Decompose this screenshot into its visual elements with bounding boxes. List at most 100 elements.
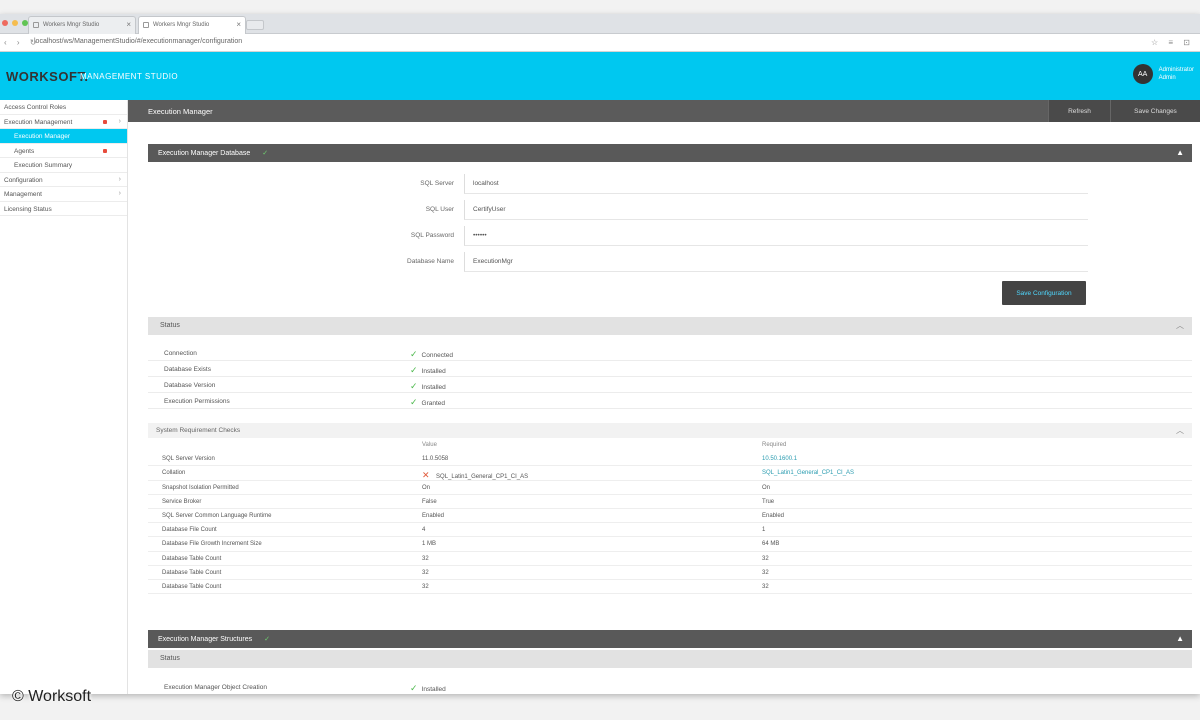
sidebar-item-label: Execution Manager: [14, 133, 71, 140]
sidebar-item[interactable]: Licensing Status: [0, 202, 127, 216]
sidebar-item-label: Execution Management: [4, 118, 73, 126]
requirement-value: 32: [422, 570, 429, 576]
status-row: Database Version ✓ Installed: [148, 378, 1192, 393]
database-name-field[interactable]: ExecutionMgr: [464, 252, 1088, 272]
sidebar-item[interactable]: Management ›: [0, 187, 127, 202]
status-label: Database Exists: [164, 366, 211, 373]
requirement-value: Enabled: [422, 513, 444, 519]
requirement-required: 1: [762, 527, 766, 534]
browser-tab-1[interactable]: Workers Mngr Studio ×: [28, 16, 136, 34]
status-value-text: Installed: [421, 686, 446, 693]
sidebar-item-label: Access Control Roles: [4, 104, 67, 111]
requirement-value: 32: [422, 584, 429, 590]
close-window-icon[interactable]: [2, 20, 8, 26]
table-row: Database Table Count 32 32: [148, 566, 1192, 580]
check-icon: ✓: [262, 150, 269, 157]
structures-status-title: Status: [160, 655, 180, 662]
sql-user-label: SQL User: [425, 206, 454, 213]
database-name-label: Database Name: [407, 258, 454, 265]
requirement-name: Database File Growth Increment Size: [162, 541, 262, 548]
status-section-header[interactable]: Status ︿: [148, 317, 1192, 335]
table-row: Database Table Count 32 32: [148, 580, 1192, 595]
check-icon: ✓: [410, 683, 418, 693]
sidebar-item[interactable]: Access Control Roles: [0, 100, 127, 115]
status-value-text: Installed: [421, 384, 446, 391]
requirement-required: 64 MB: [762, 541, 780, 548]
alert-badge: [103, 119, 107, 124]
table-header-row: Value Required: [148, 438, 1192, 452]
new-tab-button[interactable]: [246, 20, 264, 30]
status-label: Database Version: [164, 382, 216, 389]
status-value: ✓ Installed: [410, 683, 446, 694]
status-row: Database Exists ✓ Installed: [148, 362, 1192, 377]
browser-toolbar-icons[interactable]: ☆ ≡ ⊡: [1151, 38, 1194, 47]
collapse-caret-icon[interactable]: ︿: [1176, 425, 1184, 436]
sql-user-field[interactable]: CertifyUser: [464, 200, 1088, 220]
requirement-required: 32: [762, 583, 769, 590]
sidebar-item[interactable]: Agents: [0, 144, 127, 158]
config-section-header[interactable]: Execution Manager Database ✓ ▲: [148, 144, 1192, 162]
collapse-caret-icon[interactable]: ▲: [1176, 634, 1184, 643]
avatar[interactable]: AA: [1132, 64, 1153, 84]
save-changes-button[interactable]: Save Changes: [1110, 100, 1200, 122]
config-section-title: Execution Manager Database: [158, 150, 251, 157]
screenshot-frame: Workers Mngr Studio × Workers Mngr Studi…: [0, 0, 1200, 720]
table-row: Database File Growth Increment Size 1 MB 6…: [148, 537, 1192, 552]
sidebar-item[interactable]: Execution Manager: [0, 129, 127, 144]
status-value-text: Installed: [421, 368, 446, 375]
requirements-title: System Requirement Checks: [156, 427, 241, 434]
requirement-value-text: On: [422, 484, 431, 491]
requirement-value: 32: [422, 556, 429, 562]
sidebar-item-label: Management: [4, 191, 42, 198]
requirement-required: SQL_Latin1_General_CP1_CI_AS: [762, 470, 855, 477]
check-icon: ✓: [264, 636, 270, 643]
app-logo[interactable]: WORKSOFT.: [6, 69, 89, 84]
structures-status-header[interactable]: Status: [148, 650, 1192, 668]
status-value: ✓ Installed: [410, 381, 446, 392]
sidebar-item-label: Licensing Status: [4, 205, 52, 213]
sidebar-item[interactable]: Configuration ›: [0, 173, 127, 187]
structures-section-title: Execution Manager Structures: [158, 636, 253, 643]
browser-tab-2[interactable]: Workers Mngr Studio ×: [138, 16, 246, 34]
sidebar-item-label: Configuration: [4, 176, 43, 184]
collapse-caret-icon[interactable]: ︿: [1176, 320, 1184, 331]
sidebar-item[interactable]: Execution Summary: [0, 158, 127, 173]
structures-section-header[interactable]: Execution Manager Structures ✓ ▲: [148, 630, 1192, 648]
requirement-value-text: 11.0.5058: [422, 456, 449, 463]
requirement-name: Database Table Count: [162, 569, 222, 576]
alert-badge: [103, 148, 107, 153]
status-value-text: Connected: [421, 352, 453, 359]
sidebar: Access Control Roles Execution Management…: [0, 100, 128, 694]
chevron-right-icon[interactable]: ›: [119, 118, 121, 125]
window-controls[interactable]: [2, 20, 28, 26]
sql-server-field[interactable]: localhost: [464, 174, 1088, 194]
refresh-button[interactable]: Refresh: [1048, 100, 1110, 122]
requirement-value: 1 MB: [422, 541, 436, 547]
sidebar-item[interactable]: Execution Management ›: [0, 115, 127, 129]
url-field[interactable]: localhost/ws/ManagementStudio/#/executio…: [34, 38, 242, 45]
requirement-name: SQL Server Common Language Runtime: [162, 512, 272, 519]
requirement-required: On: [762, 484, 771, 491]
column-header-required: Required: [762, 442, 787, 448]
browser-tab-label: Workers Mngr Studio: [153, 22, 210, 28]
user-menu[interactable]: AA Administrator Admin: [1132, 64, 1194, 84]
requirement-required: 32: [762, 555, 769, 562]
status-value: ✓ Granted: [410, 397, 445, 408]
requirement-value-text: 4: [422, 527, 426, 534]
requirements-header[interactable]: System Requirement Checks ︿: [148, 423, 1192, 438]
chevron-right-icon[interactable]: ›: [119, 190, 121, 197]
save-configuration-button[interactable]: Save Configuration: [1002, 281, 1086, 305]
status-value-text: Granted: [421, 400, 446, 407]
sql-password-field[interactable]: ••••••: [464, 226, 1088, 246]
minimize-window-icon[interactable]: [12, 20, 18, 26]
status-row: Execution Manager Object Creation ✓ Instal…: [148, 680, 1192, 694]
table-row: SQL Server Common Language Runtime Enable…: [148, 509, 1192, 524]
requirement-value-text: 32: [422, 555, 429, 562]
collapse-caret-icon[interactable]: ▲: [1176, 148, 1184, 157]
product-name: MANAGEMENT STUDIO: [80, 72, 179, 81]
table-row: SQL Server Version 11.0.5058 10.50.1600.1: [148, 452, 1192, 467]
close-tab-icon[interactable]: ×: [236, 20, 241, 29]
browser-tab-bar: Workers Mngr Studio × Workers Mngr Studi…: [0, 14, 1200, 34]
close-tab-icon[interactable]: ×: [126, 20, 131, 29]
chevron-right-icon[interactable]: ›: [119, 176, 121, 183]
